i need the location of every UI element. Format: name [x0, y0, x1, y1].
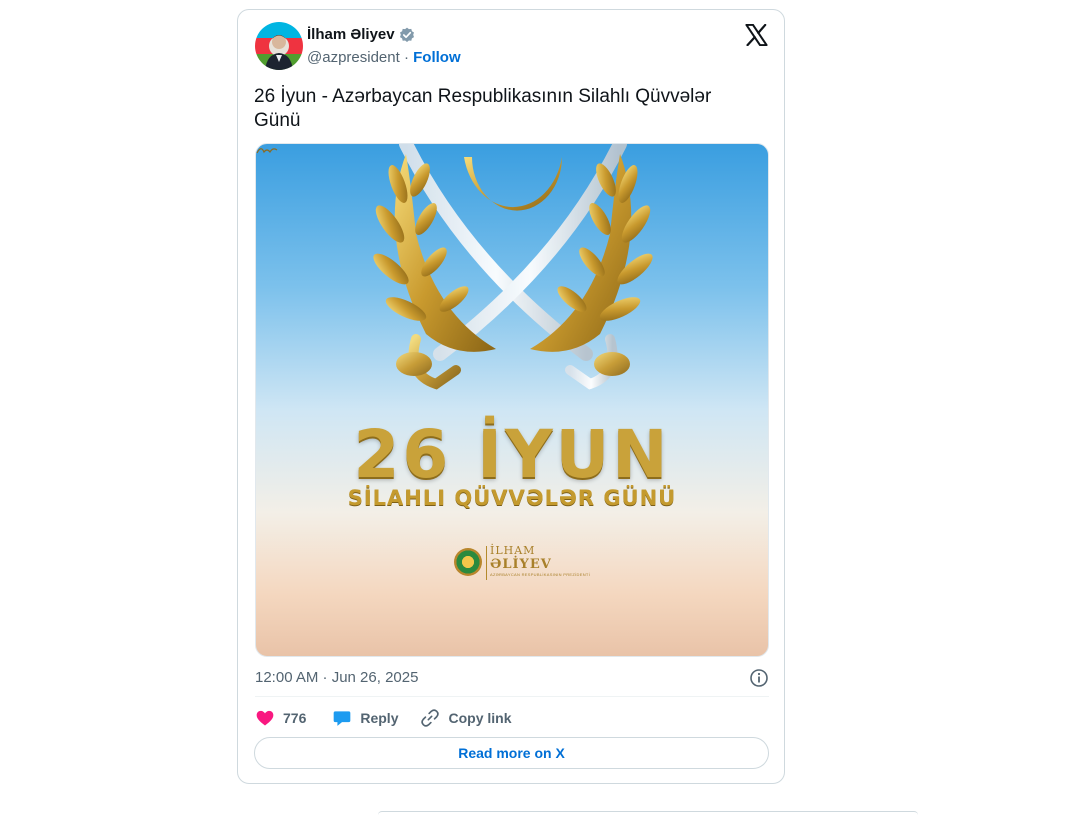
like-count: 776 [283, 710, 307, 726]
tweet-text: 26 İyun - Azərbaycan Respublikasının Sil… [254, 86, 712, 131]
next-card-edge [378, 811, 918, 815]
avatar[interactable] [255, 22, 303, 70]
tweet-media-image[interactable]: 26 İYUN SİLAHLI QÜVVƏLƏR GÜNÜ İLHAM ƏLİY… [255, 143, 769, 657]
signature-first-name: İLHAM [490, 544, 536, 557]
reply-bubble-icon [334, 711, 351, 726]
copy-link-label: Copy link [448, 710, 512, 726]
separator-dot: · [403, 49, 409, 66]
verified-badge-icon [399, 27, 414, 42]
copy-link-button[interactable]: Copy link [420, 708, 512, 728]
link-icon [421, 709, 440, 727]
avatar-image [255, 22, 303, 70]
armed-forces-emblem [373, 144, 653, 390]
tweet-actions: 776 Reply Copy link [255, 707, 512, 729]
tweet-card: İlham Əliyev @azpresident · Follow 26 İy… [237, 9, 785, 784]
divider [255, 696, 769, 697]
like-button[interactable]: 776 [255, 708, 306, 728]
media-subheadline: SİLAHLI QÜVVƏLƏR GÜNÜ [347, 486, 677, 510]
signature-divider [486, 546, 487, 580]
reply-label: Reply [360, 710, 399, 726]
crescent [464, 157, 562, 211]
tweet-timestamp[interactable]: 12:00 AM · Jun 26, 2025 [255, 669, 418, 686]
x-logo-icon[interactable] [745, 24, 768, 46]
author-handle[interactable]: @azpresident [307, 49, 400, 66]
timestamp-row: 12:00 AM · Jun 26, 2025 [255, 667, 769, 689]
author-name[interactable]: İlham Əliyev [307, 26, 395, 43]
reply-button[interactable]: Reply [332, 708, 398, 728]
follow-link[interactable]: Follow [413, 49, 461, 66]
media-headline: 26 İYUN [353, 416, 671, 493]
signature-caption: AZƏRBAYCAN RESPUBLİKASININ PREZİDENTİ [490, 572, 591, 577]
author-name-row: İlham Əliyev [307, 26, 415, 43]
read-more-button[interactable]: Read more on X [254, 737, 769, 769]
signature-last-name: ƏLİYEV [490, 557, 552, 572]
info-icon[interactable] [749, 668, 769, 688]
state-emblem-icon [454, 548, 482, 576]
author-handle-row: @azpresident · Follow [307, 49, 461, 66]
handwritten-signature [256, 148, 278, 154]
heart-icon [256, 710, 274, 726]
